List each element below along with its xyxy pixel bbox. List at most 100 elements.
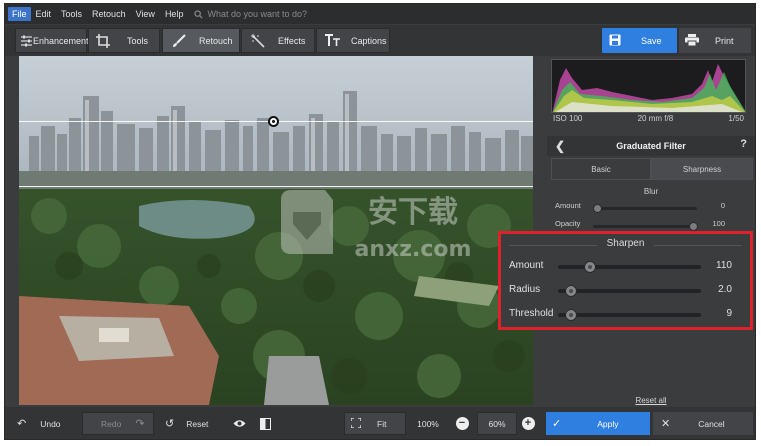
save-button[interactable]: Save <box>602 28 677 53</box>
blur-amount-row: Amount 0 <box>547 201 755 215</box>
menu-help[interactable]: Help <box>160 4 189 24</box>
menu-edit[interactable]: Edit <box>31 4 57 24</box>
close-icon: ✕ <box>661 418 671 430</box>
zoom-in-button[interactable]: + <box>520 412 536 435</box>
blur-opacity-label: Opacity <box>555 219 581 228</box>
panel-header: ❮ Graduated Filter ? <box>547 136 755 156</box>
tab-captions[interactable]: Captions <box>316 28 390 53</box>
sharpen-radius-knob[interactable] <box>565 285 577 297</box>
zoom-value-field[interactable]: 60% <box>477 412 517 435</box>
main-toolbar: Enhancement Tools Retouch Effects Captio… <box>5 25 755 56</box>
blur-section-title: Blur <box>643 187 659 196</box>
panel-title: Graduated Filter <box>616 141 686 151</box>
photo-editor-window: File Edit Tools Retouch View Help What d… <box>4 3 756 440</box>
blur-amount-knob[interactable] <box>593 204 602 213</box>
reset-all-link[interactable]: Reset all <box>547 396 755 405</box>
apply-button[interactable]: ✓ Apply <box>546 412 650 435</box>
menu-view[interactable]: View <box>131 4 160 24</box>
printer-icon <box>685 33 699 48</box>
eye-icon[interactable] <box>229 412 249 435</box>
blur-opacity-value: 100 <box>712 219 725 228</box>
reset-button[interactable]: ↺ Reset <box>161 412 225 435</box>
blur-amount-label: Amount <box>555 201 581 210</box>
minus-icon: − <box>455 417 469 430</box>
sharpen-section: Sharpen Amount 110 Radius 2.0 Threshold … <box>498 231 753 330</box>
menu-retouch[interactable]: Retouch <box>87 4 131 24</box>
blur-amount-slider[interactable] <box>593 204 697 213</box>
blur-opacity-knob[interactable] <box>689 222 698 231</box>
undo-icon: ↶ <box>17 418 27 430</box>
compare-icon[interactable] <box>255 412 275 435</box>
search-icon <box>194 9 203 19</box>
sharpen-amount-knob[interactable] <box>584 261 596 273</box>
floppy-disk-icon <box>609 34 621 48</box>
fit-icon <box>350 416 362 430</box>
exif-info: ISO 100 20 mm f/8 1/50 <box>551 114 746 128</box>
sharpen-section-title: Sharpen <box>606 238 645 249</box>
text-icon <box>325 33 341 49</box>
tab-basic[interactable]: Basic <box>551 158 651 180</box>
histogram-graph <box>552 64 745 112</box>
reset-icon: ↺ <box>165 418 175 430</box>
sharpen-radius-slider[interactable] <box>558 285 701 297</box>
print-label: Print <box>715 35 734 46</box>
exif-iso: ISO 100 <box>553 114 583 123</box>
tab-sharpness[interactable]: Sharpness <box>651 158 753 180</box>
save-label: Save <box>641 35 662 46</box>
sharpen-threshold-knob[interactable] <box>565 309 577 321</box>
print-button[interactable]: Print <box>679 28 751 53</box>
sharpen-radius-label: Radius <box>509 284 541 295</box>
tab-retouch-label: Retouch <box>199 35 233 46</box>
command-search-placeholder: What do you want to do? <box>207 9 308 19</box>
command-search[interactable]: What do you want to do? <box>194 9 307 19</box>
zoom-100-button[interactable]: 100% <box>410 412 446 435</box>
brush-icon <box>171 33 187 49</box>
sharpen-threshold-label: Threshold <box>509 308 554 319</box>
city-park-photo <box>19 56 533 405</box>
bottom-toolbar: ↶ Undo Redo ↷ ↺ Reset Fit 100% − 60% + ✓… <box>5 407 755 439</box>
gradient-bottom-line[interactable] <box>19 186 533 187</box>
cancel-label: Cancel <box>698 418 725 429</box>
zoom-out-button[interactable]: − <box>454 412 470 435</box>
photo-canvas[interactable] <box>19 56 533 405</box>
help-icon[interactable]: ? <box>740 138 747 150</box>
tab-basic-label: Basic <box>591 164 611 174</box>
sharpen-amount-label: Amount <box>509 260 544 271</box>
menu-file[interactable]: File <box>8 7 31 21</box>
fit-label: Fit <box>377 418 387 429</box>
tab-effects[interactable]: Effects <box>241 28 315 53</box>
histogram <box>551 59 746 113</box>
back-arrow-icon[interactable]: ❮ <box>555 139 565 153</box>
tab-effects-label: Effects <box>278 35 306 46</box>
sliders-icon <box>20 33 33 49</box>
exif-shutter: 1/50 <box>728 114 744 123</box>
tab-tools[interactable]: Tools <box>88 28 160 53</box>
exif-lens: 20 mm f/8 <box>637 114 674 123</box>
canvas-area <box>5 56 545 407</box>
cancel-button[interactable]: ✕ Cancel <box>653 412 753 435</box>
menu-tools[interactable]: Tools <box>56 4 87 24</box>
blur-amount-value: 0 <box>720 201 725 210</box>
fit-button[interactable]: Fit <box>344 412 406 435</box>
sharpen-radius-value: 2.0 <box>718 284 732 295</box>
tab-captions-label: Captions <box>351 35 387 46</box>
menu-bar: File Edit Tools Retouch View Help What d… <box>5 4 755 24</box>
tab-retouch[interactable]: Retouch <box>162 28 240 53</box>
sharpen-threshold-value: 9 <box>726 308 732 319</box>
tab-enhancement[interactable]: Enhancement <box>15 28 89 53</box>
magic-wand-icon <box>250 33 266 49</box>
undo-button[interactable]: ↶ Undo <box>13 412 77 435</box>
redo-icon: ↷ <box>135 418 145 430</box>
blur-opacity-slider[interactable] <box>593 222 698 231</box>
sharpen-threshold-slider[interactable] <box>558 309 701 321</box>
tab-tools-label: Tools <box>127 35 149 46</box>
undo-label: Undo <box>40 418 61 429</box>
gradient-center-handle[interactable] <box>268 116 279 127</box>
tab-enhancement-label: Enhancement <box>33 35 89 46</box>
tab-sharpness-label: Sharpness <box>682 164 722 174</box>
sharpen-radius-row: Radius 2.0 <box>501 282 750 298</box>
redo-button[interactable]: Redo ↷ <box>82 412 154 435</box>
checkmark-icon: ✓ <box>552 418 562 430</box>
sharpen-amount-slider[interactable] <box>558 261 701 273</box>
sharpen-amount-value: 110 <box>716 260 732 271</box>
